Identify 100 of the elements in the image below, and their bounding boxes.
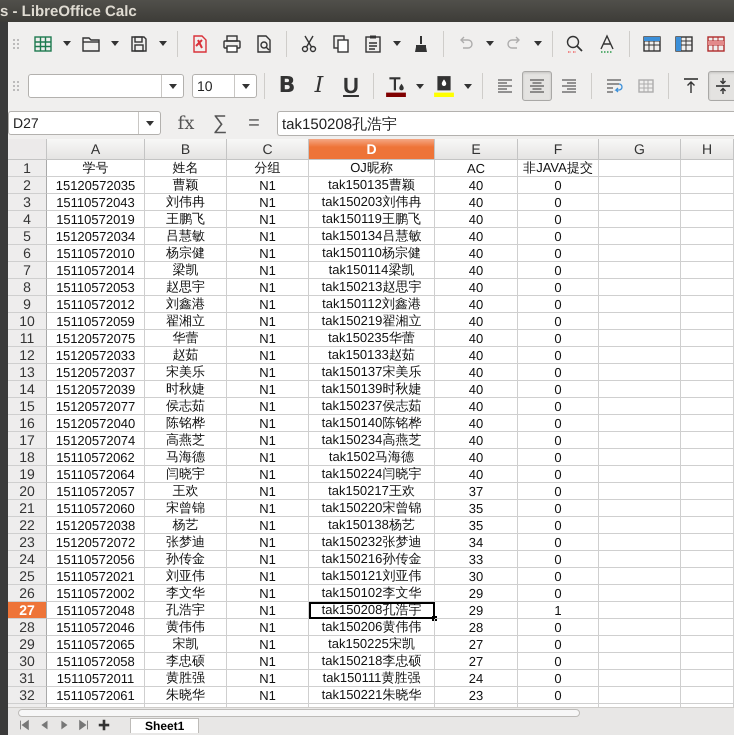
table-cell: 15120572075 bbox=[47, 330, 145, 347]
formula-input-field[interactable]: tak150208孔浩宇 bbox=[277, 110, 734, 136]
name-box[interactable]: D27 bbox=[8, 111, 161, 135]
row-header[interactable]: 10 bbox=[8, 313, 47, 330]
row-header[interactable]: 7 bbox=[8, 262, 47, 279]
row-header[interactable]: 25 bbox=[8, 568, 47, 585]
table-cell: 0 bbox=[518, 500, 599, 517]
table-cell: 40 bbox=[435, 313, 518, 330]
row-header[interactable]: 3 bbox=[8, 194, 47, 211]
table-cell: 杨艺 bbox=[145, 517, 227, 534]
table-cell: 吕慧敏 bbox=[145, 228, 227, 245]
table-cell: 0 bbox=[518, 670, 599, 687]
row-header[interactable]: 17 bbox=[8, 432, 47, 449]
sheet-tab[interactable]: Sheet1 bbox=[130, 718, 200, 733]
table-cell: 15120572039 bbox=[47, 381, 145, 398]
row-header[interactable]: 23 bbox=[8, 534, 47, 551]
align-center-button[interactable] bbox=[522, 71, 552, 101]
table-cell: N1 bbox=[227, 228, 309, 245]
row-header[interactable]: 18 bbox=[8, 449, 47, 466]
table-cell: 黄胜强 bbox=[145, 670, 227, 687]
table-cell: N1 bbox=[227, 585, 309, 602]
column-header[interactable]: G bbox=[599, 139, 681, 160]
row-header[interactable]: 12 bbox=[8, 347, 47, 364]
row-header[interactable]: 5 bbox=[8, 228, 47, 245]
table-cell: 40 bbox=[435, 364, 518, 381]
bold-button[interactable]: B bbox=[272, 71, 302, 101]
font-name-field[interactable] bbox=[28, 74, 184, 98]
table-cell: 15120572077 bbox=[47, 398, 145, 415]
scissors-icon bbox=[299, 34, 319, 54]
table-cell: 刘亚伟 bbox=[145, 568, 227, 585]
align-top-icon bbox=[681, 76, 701, 96]
sum-button[interactable]: ∑ bbox=[203, 110, 237, 136]
font-size-field[interactable]: 10 bbox=[192, 74, 257, 98]
table-cell: N1 bbox=[227, 296, 309, 313]
row-header[interactable]: 20 bbox=[8, 483, 47, 500]
empty-cell bbox=[681, 313, 734, 330]
formula-button[interactable]: = bbox=[237, 110, 271, 136]
table-cell: N1 bbox=[227, 177, 309, 194]
row-header[interactable]: 30 bbox=[8, 653, 47, 670]
function-wizard-button[interactable]: fx bbox=[169, 110, 203, 136]
empty-cell bbox=[681, 568, 734, 585]
table-cell: tak150140陈铭桦 bbox=[309, 415, 435, 432]
row-header[interactable]: 21 bbox=[8, 500, 47, 517]
table-cell: 35 bbox=[435, 500, 518, 517]
toolbar-grip-icon[interactable] bbox=[12, 78, 20, 94]
row-header[interactable]: 24 bbox=[8, 551, 47, 568]
row-header[interactable]: 9 bbox=[8, 296, 47, 313]
row-header[interactable]: 14 bbox=[8, 381, 47, 398]
row-header[interactable]: 26 bbox=[8, 585, 47, 602]
table-cell: tak150232张梦迪 bbox=[309, 534, 435, 551]
table-cell: 宋美乐 bbox=[145, 364, 227, 381]
row-header[interactable]: 11 bbox=[8, 330, 47, 347]
column-header[interactable]: C bbox=[227, 139, 309, 160]
table-cell: 0 bbox=[518, 177, 599, 194]
table-cell: 15110572065 bbox=[47, 636, 145, 653]
caret-icon bbox=[111, 41, 119, 46]
table-cell: 15110572012 bbox=[47, 296, 145, 313]
table-cell: 40 bbox=[435, 211, 518, 228]
row-header[interactable]: 6 bbox=[8, 245, 47, 262]
row-header[interactable]: 1 bbox=[8, 160, 47, 177]
row-header[interactable]: 32 bbox=[8, 687, 47, 704]
table-cell: N1 bbox=[227, 568, 309, 585]
align-middle-icon bbox=[713, 76, 733, 96]
window-title: s - LibreOffice Calc bbox=[0, 2, 137, 20]
row-header[interactable]: 2 bbox=[8, 177, 47, 194]
column-header[interactable]: E bbox=[435, 139, 518, 160]
table-cell: N1 bbox=[227, 415, 309, 432]
column-header[interactable]: A bbox=[47, 139, 145, 160]
table-cell: tak150111黄胜强 bbox=[309, 670, 435, 687]
row-header[interactable]: 8 bbox=[8, 279, 47, 296]
row-header[interactable]: 15 bbox=[8, 398, 47, 415]
table-cell: N1 bbox=[227, 517, 309, 534]
row-header[interactable]: 28 bbox=[8, 619, 47, 636]
table-cell: 0 bbox=[518, 398, 599, 415]
caret-icon bbox=[146, 120, 154, 126]
table-cell: 0 bbox=[518, 415, 599, 432]
caret-icon bbox=[534, 41, 542, 46]
table-cell: 0 bbox=[518, 568, 599, 585]
fill-handle[interactable] bbox=[432, 616, 437, 621]
row-header[interactable]: 16 bbox=[8, 415, 47, 432]
row-header[interactable]: 4 bbox=[8, 211, 47, 228]
table-cell: 0 bbox=[518, 449, 599, 466]
horizontal-scrollbar-thumb[interactable] bbox=[18, 709, 580, 717]
add-sheet-icon[interactable] bbox=[96, 718, 112, 732]
empty-cell bbox=[681, 245, 734, 262]
row-header[interactable]: 19 bbox=[8, 466, 47, 483]
table-cell: tak150225宋凯 bbox=[309, 636, 435, 653]
column-header[interactable]: F bbox=[518, 139, 599, 160]
row-header[interactable]: 29 bbox=[8, 636, 47, 653]
row-header[interactable]: 31 bbox=[8, 670, 47, 687]
table-cell: N1 bbox=[227, 364, 309, 381]
underline-button[interactable]: U bbox=[336, 71, 366, 101]
align-middle-button[interactable] bbox=[708, 71, 734, 101]
column-header[interactable]: H bbox=[681, 139, 734, 160]
row-header[interactable]: 22 bbox=[8, 517, 47, 534]
column-header[interactable]: B bbox=[145, 139, 227, 160]
row-header[interactable]: 13 bbox=[8, 364, 47, 381]
italic-button[interactable]: I bbox=[304, 71, 334, 101]
table-cell: tak150134吕慧敏 bbox=[309, 228, 435, 245]
table-cell: N1 bbox=[227, 245, 309, 262]
